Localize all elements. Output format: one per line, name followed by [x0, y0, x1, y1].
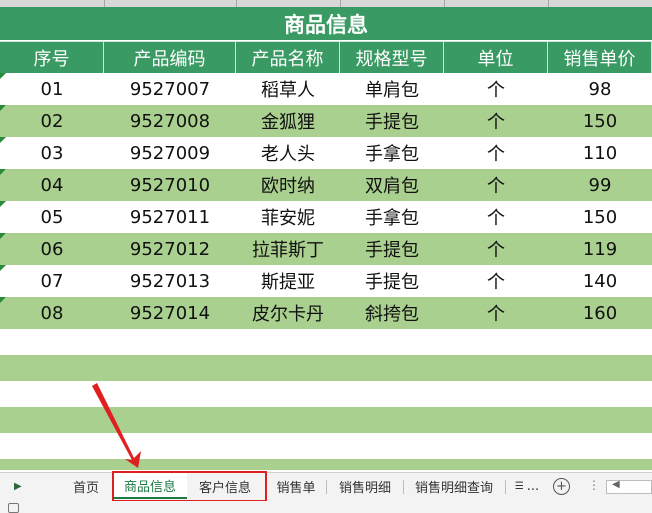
annotation-arrow [92, 383, 141, 468]
status-bar [0, 501, 652, 513]
macro-record-icon[interactable] [8, 503, 19, 513]
